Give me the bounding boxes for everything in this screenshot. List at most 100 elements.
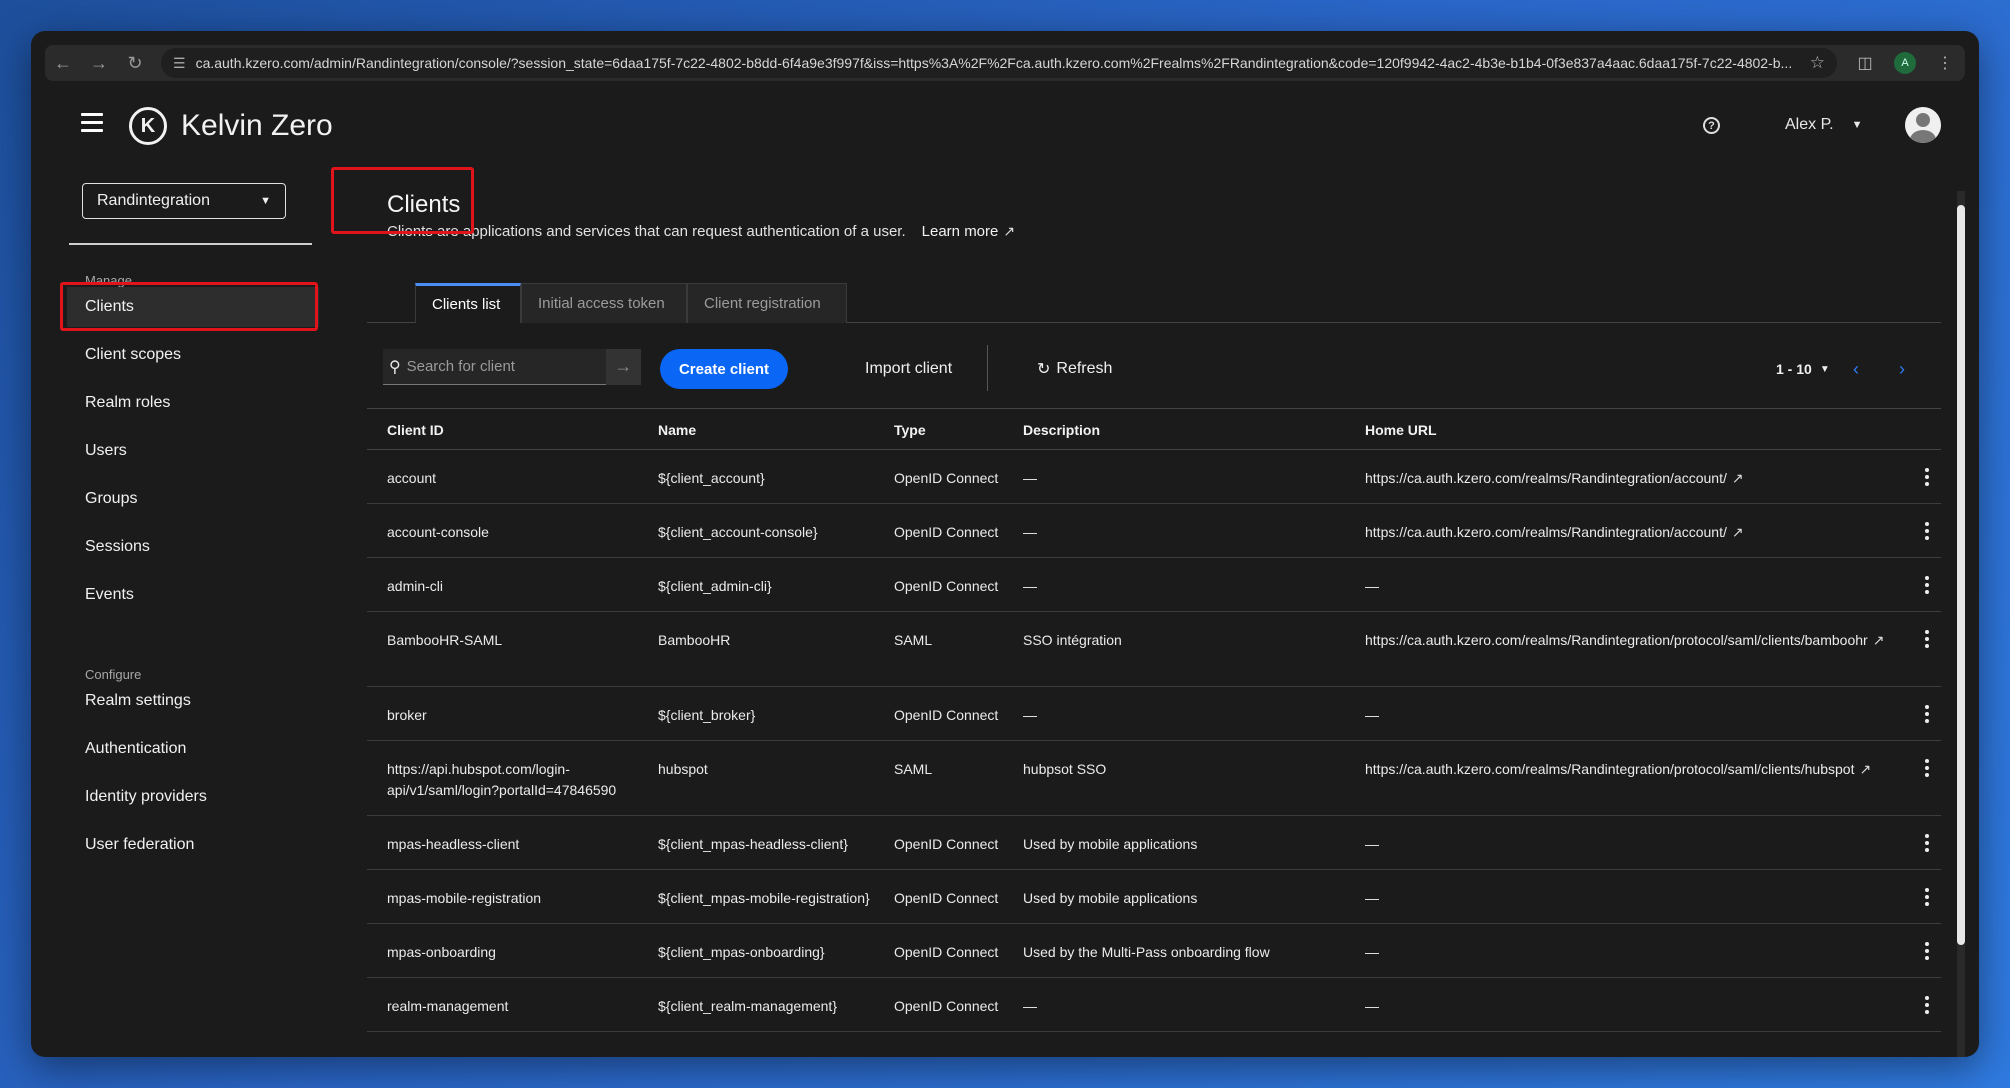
home-url-link[interactable]: https://ca.auth.kzero.com/realms/Randint… — [1365, 632, 1868, 648]
brand-name: Kelvin Zero — [181, 109, 333, 142]
client-id-link[interactable]: account — [387, 468, 637, 489]
row-actions-kebab-icon[interactable] — [1925, 630, 1931, 651]
page-description: Clients are applications and services th… — [387, 223, 1015, 240]
sidebar-item-groups[interactable]: Groups — [85, 479, 325, 519]
next-page-icon[interactable]: › — [1899, 349, 1905, 389]
sidebar-item-identity-providers[interactable]: Identity providers — [85, 777, 325, 817]
home-url-cell: — — [1365, 996, 1905, 1017]
address-url: ca.auth.kzero.com/admin/Randintegration/… — [195, 55, 1793, 71]
tab-bar: Clients list Initial access token Client… — [367, 283, 1941, 323]
kelvin-zero-logo-icon: K — [129, 107, 167, 145]
page-scrollbar[interactable] — [1957, 191, 1965, 1057]
client-description: — — [1023, 998, 1037, 1014]
forward-icon[interactable]: → — [81, 53, 117, 74]
table-row: BambooHR-SAML BambooHR SAML SSO intégration… — [367, 612, 1941, 687]
tab-initial-access-token[interactable]: Initial access token — [521, 283, 687, 323]
row-actions-kebab-icon[interactable] — [1925, 759, 1931, 780]
external-link-icon: ↗ — [1003, 223, 1016, 239]
client-id-link[interactable]: BambooHR-SAML — [387, 630, 637, 651]
client-type: OpenID Connect — [894, 836, 999, 852]
home-url-link[interactable]: https://ca.auth.kzero.com/realms/Randint… — [1365, 761, 1854, 777]
user-menu[interactable]: Alex P. ▼ — [1785, 116, 1863, 134]
row-actions-kebab-icon[interactable] — [1925, 522, 1931, 543]
extensions-icon[interactable]: ◫ — [1845, 53, 1885, 73]
row-actions-kebab-icon[interactable] — [1925, 705, 1931, 726]
sidebar-item-realm-roles[interactable]: Realm roles — [85, 383, 325, 423]
table-row: mpas-headless-client ${client_mpas-headle… — [367, 816, 1941, 870]
search-submit-arrow-icon[interactable]: → — [605, 348, 641, 385]
column-client-id[interactable]: Client ID — [387, 422, 444, 438]
client-id-link[interactable]: mpas-headless-client — [387, 834, 637, 855]
address-bar[interactable]: ☰ ca.auth.kzero.com/admin/Randintegratio… — [161, 48, 1837, 78]
table-row: account-console ${client_account-console}… — [367, 504, 1941, 558]
hamburger-menu-icon[interactable] — [81, 113, 103, 135]
table-body: account ${client_account} OpenID Connect — h… — [367, 450, 1941, 1032]
page-description-text: Clients are applications and services th… — [387, 223, 906, 240]
external-link-icon[interactable]: ↗ — [1873, 630, 1885, 651]
external-link-icon[interactable]: ↗ — [1732, 522, 1744, 543]
row-actions-kebab-icon[interactable] — [1925, 942, 1931, 963]
home-url-link[interactable]: https://ca.auth.kzero.com/realms/Randint… — [1365, 524, 1727, 540]
table-row: mpas-mobile-registration ${client_mpas-mo… — [367, 870, 1941, 924]
row-actions-kebab-icon[interactable] — [1925, 888, 1931, 909]
sidebar-group-configure: Configure — [85, 667, 142, 682]
site-settings-icon[interactable]: ☰ — [173, 55, 186, 72]
client-type: OpenID Connect — [894, 578, 999, 594]
brand[interactable]: K Kelvin Zero — [129, 107, 333, 145]
row-actions-kebab-icon[interactable] — [1925, 468, 1931, 489]
sidebar-item-realm-settings[interactable]: Realm settings — [85, 681, 325, 721]
client-name: hubspot — [658, 761, 708, 777]
sidebar-item-authentication[interactable]: Authentication — [85, 729, 325, 769]
table-row: broker ${client_broker} OpenID Connect — — — [367, 687, 1941, 741]
home-url-link[interactable]: https://ca.auth.kzero.com/realms/Randint… — [1365, 470, 1727, 486]
row-actions-kebab-icon[interactable] — [1925, 576, 1931, 597]
external-link-icon[interactable]: ↗ — [1859, 759, 1871, 780]
tab-clients-list[interactable]: Clients list — [415, 283, 521, 323]
search-input[interactable] — [406, 358, 606, 375]
home-url-cell: https://ca.auth.kzero.com/realms/Randint… — [1365, 468, 1905, 489]
client-id-link[interactable]: admin-cli — [387, 576, 637, 597]
realm-selector[interactable]: Randintegration ▼ — [82, 183, 286, 219]
home-url-cell: — — [1365, 888, 1905, 909]
main-content: Clients Clients are applications and ser… — [331, 161, 1941, 1057]
column-type: Type — [894, 422, 926, 438]
column-name[interactable]: Name — [658, 422, 696, 438]
column-home-url: Home URL — [1365, 422, 1437, 438]
avatar[interactable] — [1905, 107, 1941, 143]
client-id-link[interactable]: broker — [387, 705, 637, 726]
sidebar-item-client-scopes[interactable]: Client scopes — [85, 335, 325, 375]
client-id-link[interactable]: mpas-onboarding — [387, 942, 637, 963]
client-name: ${client_account-console} — [658, 524, 818, 540]
sidebar-item-events[interactable]: Events — [85, 575, 325, 615]
external-link-icon[interactable]: ↗ — [1732, 468, 1744, 489]
table-row: admin-cli ${client_admin-cli} OpenID Conne… — [367, 558, 1941, 612]
home-url-link: — — [1365, 944, 1379, 960]
sidebar-item-sessions[interactable]: Sessions — [85, 527, 325, 567]
home-url-link: — — [1365, 707, 1379, 723]
sidebar-item-user-federation[interactable]: User federation — [85, 825, 325, 865]
sidebar-item-users[interactable]: Users — [85, 431, 325, 471]
browser-profile-avatar[interactable]: A — [1894, 52, 1916, 74]
import-client-button[interactable]: Import client — [865, 349, 952, 389]
learn-more-link[interactable]: Learn more ↗ — [922, 223, 1015, 240]
back-icon[interactable]: ← — [45, 53, 81, 74]
pagination-toggle[interactable]: 1 - 10 ▼ — [1776, 349, 1830, 389]
client-id-link[interactable]: mpas-mobile-registration — [387, 888, 637, 909]
scrollbar-thumb[interactable] — [1957, 205, 1965, 945]
client-id-link[interactable]: account-console — [387, 522, 637, 543]
reload-icon[interactable]: ↻ — [117, 53, 153, 74]
refresh-button[interactable]: ↻ Refresh — [1037, 349, 1112, 389]
help-icon[interactable]: ? — [1703, 117, 1720, 134]
row-actions-kebab-icon[interactable] — [1925, 996, 1931, 1017]
client-name: ${client_account} — [658, 470, 765, 486]
previous-page-icon[interactable]: ‹ — [1853, 349, 1859, 389]
browser-menu-icon[interactable]: ⋮ — [1925, 53, 1965, 73]
sidebar-item-clients[interactable]: Clients — [67, 287, 319, 327]
bookmark-star-icon[interactable]: ☆ — [1810, 53, 1825, 73]
client-id-link[interactable]: realm-management — [387, 996, 637, 1017]
create-client-button[interactable]: Create client — [660, 349, 788, 389]
row-actions-kebab-icon[interactable] — [1925, 834, 1931, 855]
client-id-link[interactable]: https://api.hubspot.com/login-api/v1/sam… — [387, 759, 637, 801]
table-header: Client ID Name Type Description Home URL — [367, 408, 1941, 450]
tab-client-registration[interactable]: Client registration — [687, 283, 847, 323]
